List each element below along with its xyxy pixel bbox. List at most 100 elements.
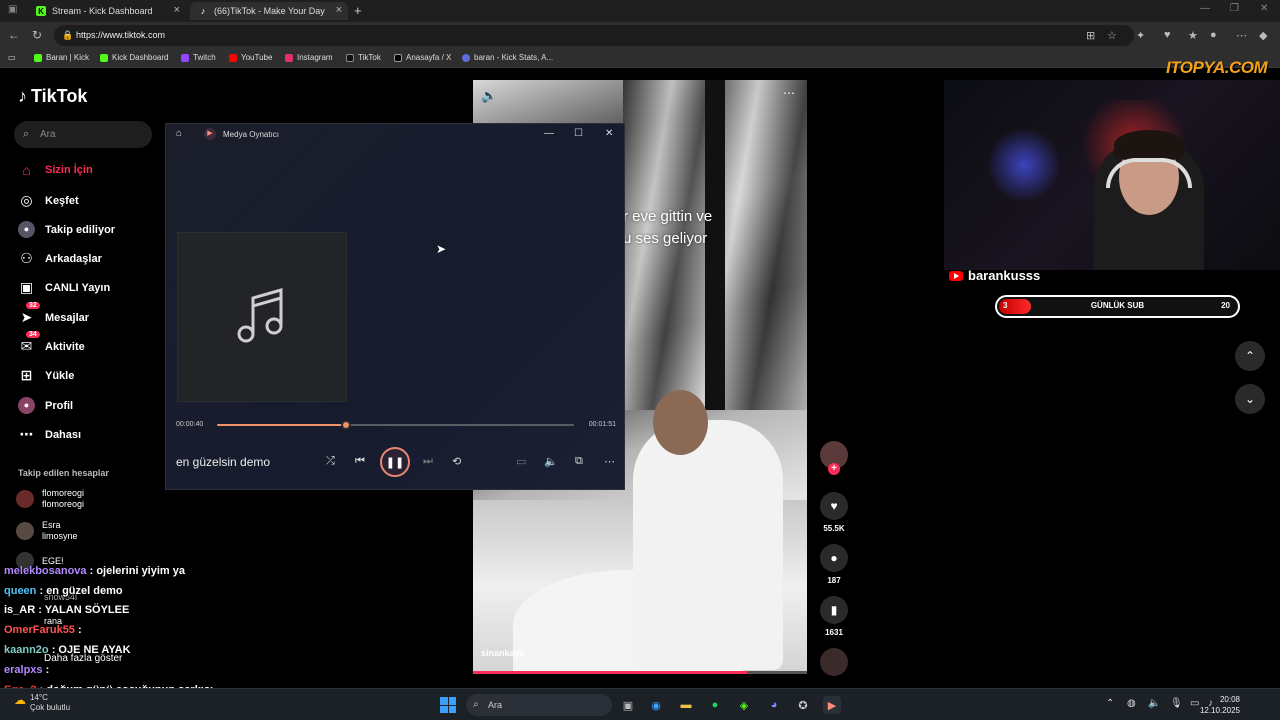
weather-widget[interactable]: ☁ 14°C Çok bulutlu xyxy=(14,693,70,713)
new-tab-button[interactable]: + xyxy=(354,3,362,18)
previous-video-button[interactable]: ⌃ xyxy=(1235,341,1265,371)
kick-icon: K xyxy=(36,6,46,16)
profile-avatar-icon[interactable]: ● xyxy=(1210,29,1217,41)
miniplayer-icon[interactable]: ⧉ xyxy=(575,455,583,468)
video-caption-line: r eve gittin ve xyxy=(623,208,713,225)
bookmark-instagram[interactable]: Instagram xyxy=(285,53,333,62)
bookmark-youtube[interactable]: YouTube xyxy=(229,53,272,62)
sub-goal-target: 20 xyxy=(1221,301,1230,310)
shuffle-icon[interactable]: ⤮ xyxy=(326,455,335,468)
video-progress-bar[interactable] xyxy=(473,671,807,674)
nav-friends[interactable]: ⚇ Arkadaşlar xyxy=(18,250,102,267)
maximize-window-icon[interactable]: ❐ xyxy=(1230,3,1239,14)
album-art xyxy=(177,232,347,402)
save-button[interactable]: ▮ 1631 xyxy=(818,596,850,637)
tab-tiktok[interactable]: ♪ (66)TikTok - Make Your Day × xyxy=(190,2,348,20)
task-view-icon[interactable]: ▣ xyxy=(619,696,637,714)
nav-for-you[interactable]: ⌂ Sizin İçin xyxy=(18,162,92,178)
bookmark-tiktok[interactable]: TikTok xyxy=(346,53,381,62)
home-icon[interactable]: ⌂ xyxy=(176,128,182,139)
back-icon[interactable]: ← xyxy=(8,28,20,42)
nav-live[interactable]: ▣ CANLI Yayın xyxy=(18,279,110,296)
url-field[interactable]: 🔒 https://www.tiktok.com xyxy=(54,25,1134,46)
sound-disc[interactable] xyxy=(818,648,850,676)
volume-icon[interactable]: 🔈 xyxy=(544,455,558,468)
creator-avatar[interactable]: + xyxy=(818,441,850,475)
bookmark-twitch[interactable]: Twitch xyxy=(181,53,216,62)
tab-actions-icon[interactable]: ▣ xyxy=(8,4,17,15)
microphone-icon[interactable]: 🎙 xyxy=(1170,698,1183,709)
maximize-icon[interactable]: ☐ xyxy=(574,128,583,139)
nav-activity[interactable]: ✉ 34 Aktivite xyxy=(18,331,85,355)
minimize-window-icon[interactable]: — xyxy=(1200,3,1210,14)
favorites-icon[interactable]: ★ xyxy=(1188,29,1198,42)
favorite-star-icon[interactable]: ☆ xyxy=(1107,29,1117,42)
follow-plus-icon[interactable]: + xyxy=(828,463,840,475)
bookmarks-bar: ▭ Baran | Kick Kick Dashboard Twitch You… xyxy=(0,49,1280,68)
reading-list-icon[interactable]: ▭ xyxy=(8,53,16,62)
extensions-icon[interactable]: ✦ xyxy=(1136,29,1145,42)
kickstats-icon xyxy=(462,53,470,62)
edge-icon[interactable]: ◉ xyxy=(647,696,665,714)
avatar xyxy=(16,490,34,508)
app-available-icon[interactable]: ⊞ xyxy=(1086,29,1095,42)
volume-tray-icon[interactable]: 🔈 xyxy=(1148,698,1160,709)
comment-button[interactable]: ● 187 xyxy=(818,544,850,585)
following-account[interactable]: Esra limosyne xyxy=(16,520,78,542)
upload-icon: ⊞ xyxy=(20,367,33,383)
volume-icon[interactable]: 🔈 xyxy=(481,88,497,104)
following-account[interactable]: flomoreogi flomoreogi xyxy=(16,488,84,510)
start-button[interactable] xyxy=(440,697,456,713)
bookmark-x[interactable]: Anasayfa / X xyxy=(394,53,451,62)
tiktok-logo[interactable]: ♪ TikTok xyxy=(18,86,87,107)
obs-icon[interactable]: ◈ xyxy=(735,696,753,714)
next-track-icon[interactable]: ⏭ xyxy=(423,455,433,468)
next-video-button[interactable]: ⌄ xyxy=(1235,384,1265,414)
video-author[interactable]: sinankaya xyxy=(481,648,525,658)
more-options-icon[interactable]: ⋯ xyxy=(783,86,795,100)
like-button[interactable]: ♥ 55.5K xyxy=(818,492,850,533)
discord-icon[interactable]: ◕ xyxy=(765,696,783,714)
nav-more[interactable]: ⋯ Dahası xyxy=(18,426,82,443)
media-player-title: Medya Oynatıcı xyxy=(223,130,280,139)
show-hidden-icons[interactable]: ⌃ xyxy=(1106,698,1114,709)
nav-explore[interactable]: ◎ Keşfet xyxy=(18,192,78,209)
steam-icon[interactable]: ✪ xyxy=(794,696,812,714)
subtitles-icon[interactable]: ▭ xyxy=(516,455,526,468)
close-tab-icon[interactable]: × xyxy=(174,4,180,16)
seek-slider[interactable] xyxy=(217,420,574,430)
seek-bar-row: 00:00:40 00:01:51 xyxy=(176,419,616,431)
system-clock[interactable]: 20:08 12.10.2025 xyxy=(1196,694,1240,716)
channel-name: barankusss xyxy=(949,268,1040,283)
taskbar-search[interactable]: ⌕ Ara xyxy=(466,694,612,716)
more-options-icon[interactable]: ⋯ xyxy=(604,455,615,468)
bookmark-baran-kick[interactable]: Baran | Kick xyxy=(34,53,89,62)
nav-following[interactable]: ● Takip ediliyor xyxy=(18,221,115,238)
pause-button[interactable]: ❚❚ xyxy=(380,447,410,477)
tab-kick-dashboard[interactable]: K Stream - Kick Dashboard × xyxy=(28,2,186,20)
close-icon[interactable]: ✕ xyxy=(605,128,613,139)
tray-app-icon[interactable]: ◍ xyxy=(1127,698,1136,709)
chat-message: eralpxs : xyxy=(4,664,50,676)
media-player-taskbar-icon[interactable]: ▶ xyxy=(823,696,841,714)
previous-track-icon[interactable]: ⏮ xyxy=(355,455,365,468)
browser-essentials-icon[interactable]: ♥ xyxy=(1164,29,1171,41)
bookmark-kick-dashboard[interactable]: Kick Dashboard xyxy=(100,53,168,62)
nav-profile[interactable]: ● Profil xyxy=(18,397,73,414)
close-window-icon[interactable]: ✕ xyxy=(1260,3,1268,14)
search-input[interactable]: ⌕ Ara xyxy=(14,121,152,148)
nav-upload[interactable]: ⊞ Yükle xyxy=(18,367,75,384)
close-tab-icon[interactable]: × xyxy=(336,4,342,16)
file-explorer-icon[interactable]: ▬ xyxy=(677,696,695,714)
seek-handle[interactable] xyxy=(340,420,351,430)
nav-messages[interactable]: ➤ 32 Mesajlar xyxy=(18,302,89,326)
copilot-icon[interactable]: ◆ xyxy=(1259,29,1267,42)
spotify-icon[interactable]: ● xyxy=(706,696,724,714)
bookmark-kick-stats[interactable]: baran - Kick Stats, A... xyxy=(462,53,553,62)
refresh-icon[interactable]: ↻ xyxy=(32,28,42,42)
activity-badge: 34 xyxy=(26,331,40,338)
settings-more-icon[interactable]: ⋯ xyxy=(1236,29,1247,42)
minimize-icon[interactable]: — xyxy=(544,128,554,139)
avatar xyxy=(16,522,34,540)
repeat-icon[interactable]: ⟲ xyxy=(452,455,461,468)
